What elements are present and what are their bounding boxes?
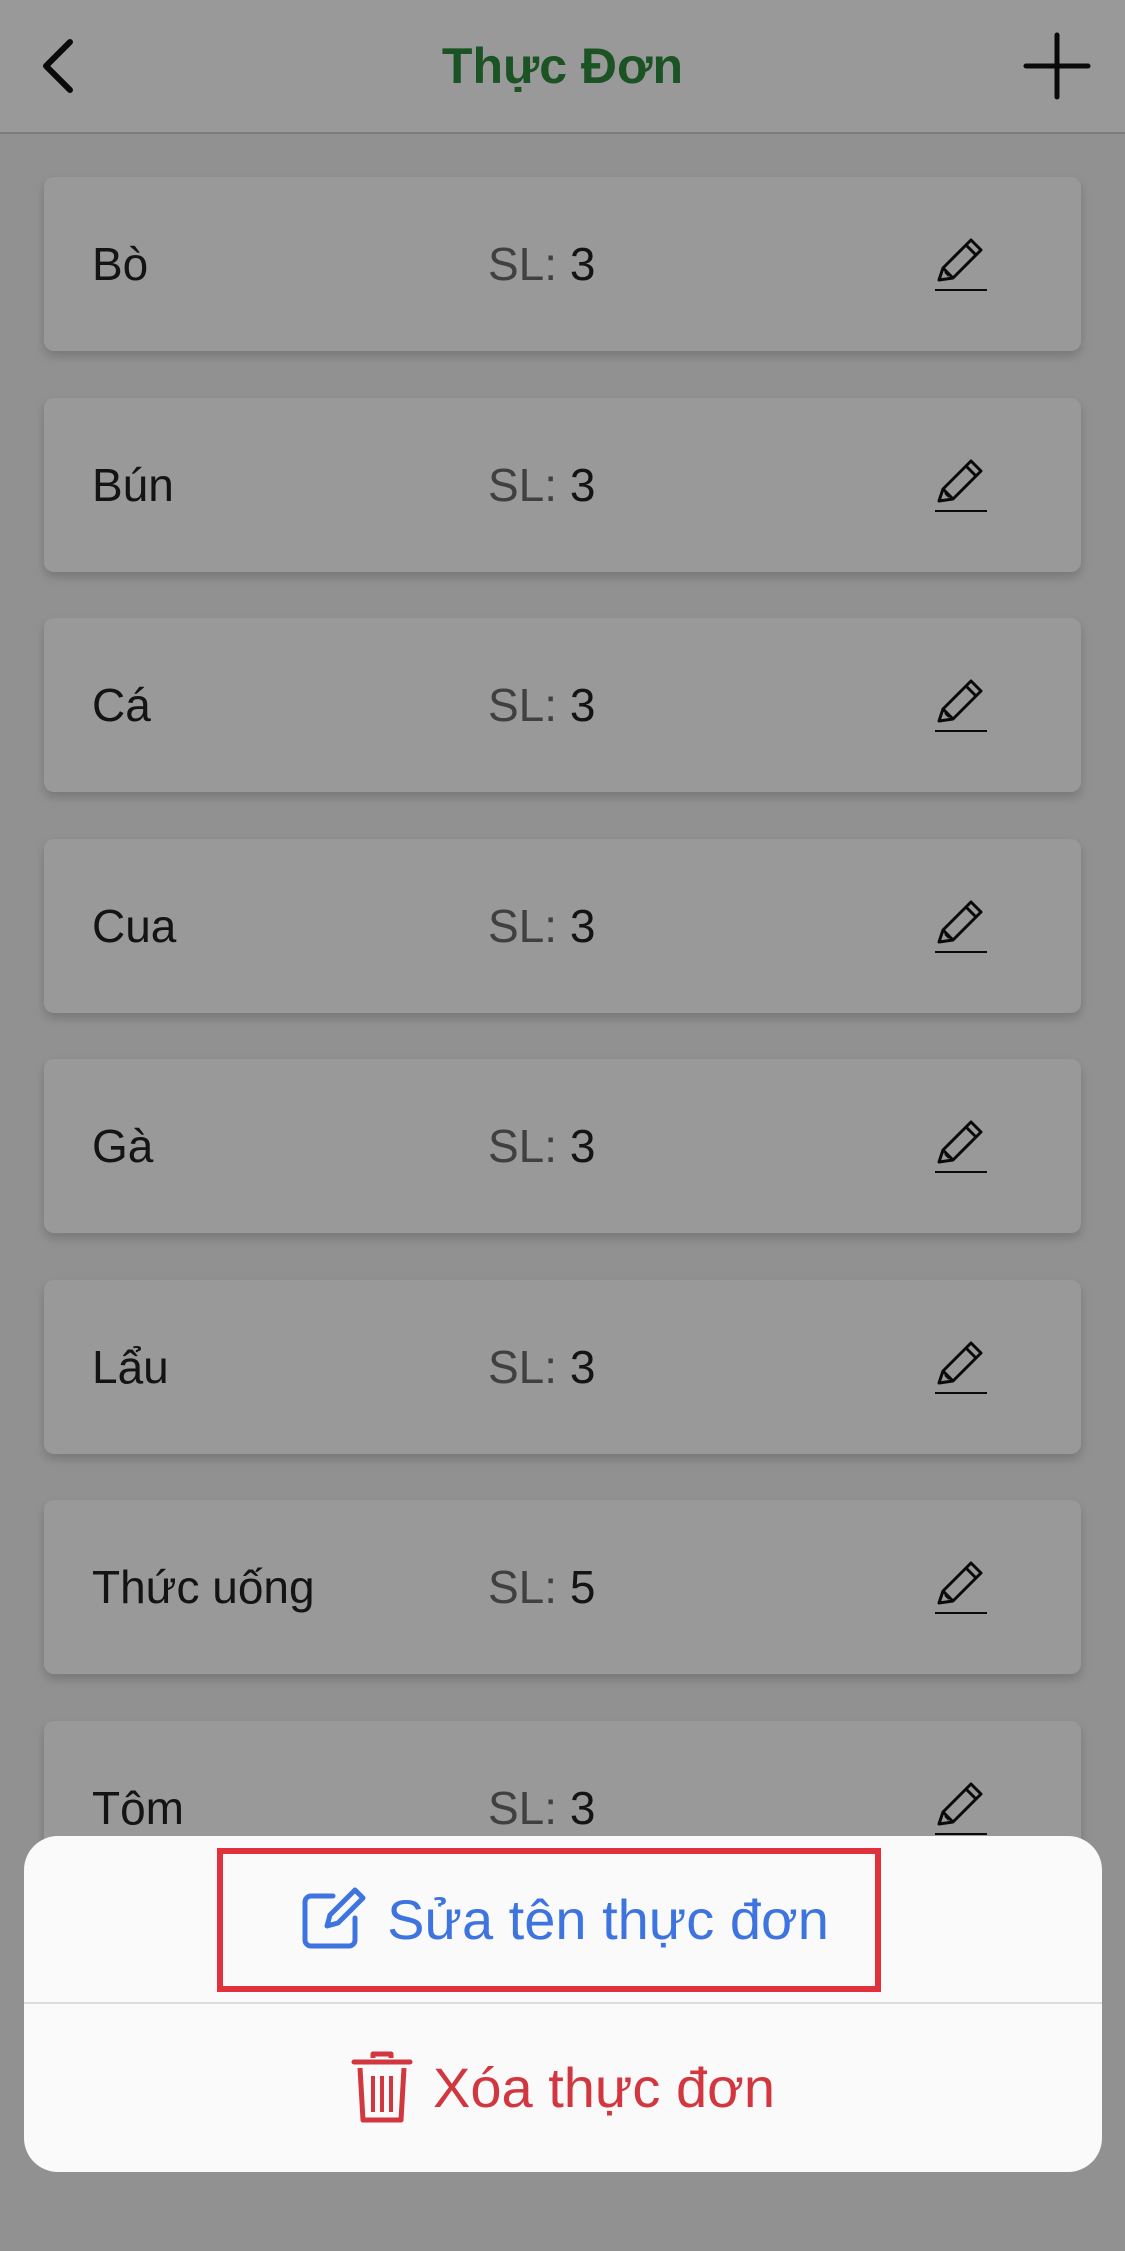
highlight-box (217, 1848, 881, 1992)
delete-menu-label: Xóa thực đơn (433, 2055, 775, 2119)
menu-screen: Thực Đơn Bò SL: 3 Bún SL: 3 Cá SL: 3 Cua SL: 3G… (0, 0, 1125, 2251)
delete-menu-button[interactable]: Xóa thực đơn (24, 2004, 1102, 2170)
trash-icon (351, 2051, 413, 2123)
